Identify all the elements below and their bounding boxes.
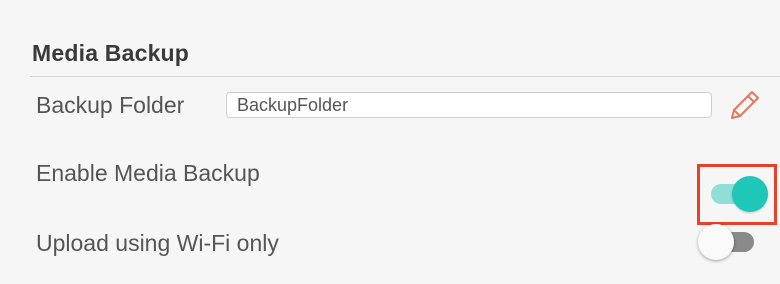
highlight-box — [697, 164, 777, 225]
backup-folder-input[interactable]: BackupFolder — [226, 92, 712, 118]
enable-backup-label: Enable Media Backup — [36, 160, 260, 186]
backup-folder-label: Backup Folder — [36, 92, 185, 118]
pencil-icon[interactable] — [726, 86, 762, 124]
media-backup-panel: Media Backup Backup Folder BackupFolder … — [0, 0, 780, 284]
toggle-knob — [698, 224, 734, 260]
section-title: Media Backup — [32, 40, 190, 66]
wifi-only-label: Upload using Wi-Fi only — [36, 230, 279, 256]
wifi-only-toggle[interactable] — [698, 222, 762, 262]
section-divider — [30, 76, 780, 77]
